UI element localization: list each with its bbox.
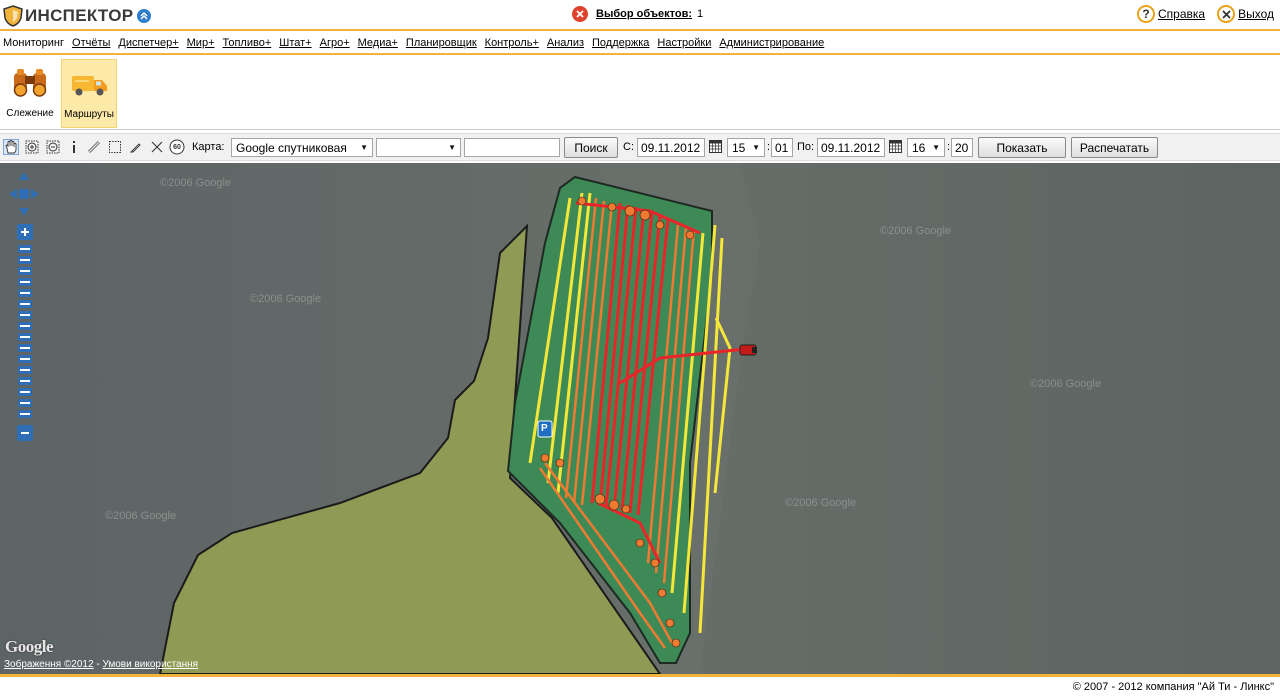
exit-icon[interactable] xyxy=(1217,5,1236,23)
speed-limit-icon[interactable]: 60 xyxy=(169,139,185,155)
menu-item-staff[interactable]: Штат+ xyxy=(279,37,311,49)
map-watermark: ©2006 Google xyxy=(250,293,322,305)
logo-text: ИНСПЕКТОР xyxy=(25,6,134,25)
from-hour-value: 15 xyxy=(732,140,746,155)
ribbon: Слежение Маршруты xyxy=(0,57,1280,130)
exit-action[interactable]: Выход xyxy=(1217,5,1274,23)
menu-item-media[interactable]: Медиа+ xyxy=(358,37,398,49)
routes-button[interactable]: Маршруты xyxy=(61,59,117,128)
binoculars-icon xyxy=(13,69,47,97)
header-actions: ? Справка Выход xyxy=(1125,5,1274,23)
map-type-select[interactable]: Google спутниковая ▼ xyxy=(231,138,373,157)
vehicle-marker[interactable] xyxy=(739,344,757,356)
date-to-label: По: xyxy=(797,141,815,153)
menu-item-dispatcher[interactable]: Диспетчер+ xyxy=(118,37,178,49)
menu-item-analysis[interactable]: Анализ xyxy=(547,37,584,49)
routes-label: Маршруты xyxy=(64,109,114,120)
time-separator: : xyxy=(947,141,951,153)
map-watermark: ©2006 Google xyxy=(785,497,857,509)
pan-left-icon xyxy=(9,189,17,199)
pencil-icon[interactable] xyxy=(128,139,144,155)
ruler-icon[interactable] xyxy=(86,139,102,155)
tracking-label: Слежение xyxy=(6,108,54,119)
menu-item-control[interactable]: Контроль+ xyxy=(485,37,539,49)
parking-marker-label: P xyxy=(541,423,548,434)
date-from-label: С: xyxy=(623,141,634,153)
zoom-in-icon[interactable] xyxy=(24,139,40,155)
main-menu: Мониторинг Отчёты Диспетчер+ Мир+ Топлив… xyxy=(0,33,1280,55)
clear-icon[interactable] xyxy=(149,139,165,155)
info-icon[interactable] xyxy=(66,139,82,155)
map-attribution: Зображення ©2012 - Умови використання xyxy=(4,659,198,670)
map-type-label: Карта: xyxy=(192,141,225,153)
dropdown-arrow-icon: ▼ xyxy=(752,143,760,152)
satellite-map[interactable] xyxy=(0,163,1280,674)
zoom-slider[interactable] xyxy=(16,223,34,445)
pan-up-icon xyxy=(19,172,29,180)
calendar-icon[interactable] xyxy=(709,140,722,153)
app-header: ИНСПЕКТОР Выбор объектов: 1 ? Справка Вы… xyxy=(0,0,1280,31)
menu-item-settings[interactable]: Настройки xyxy=(657,37,711,49)
copyright-text: © 2007 - 2012 компания "Ай Ти - Линкс" xyxy=(1072,681,1274,693)
help-action[interactable]: ? Справка xyxy=(1137,5,1205,23)
imagery-link[interactable]: Зображення ©2012 xyxy=(4,659,94,670)
speed-limit-text: 60 xyxy=(173,143,181,151)
map-watermark: ©2006 Google xyxy=(880,225,952,237)
object-selection-link[interactable]: Выбор объектов: xyxy=(596,8,692,20)
to-hour-select[interactable]: 16 ▼ xyxy=(907,138,945,157)
to-minute-input[interactable]: 20 xyxy=(951,138,973,157)
from-hour-select[interactable]: 15 ▼ xyxy=(727,138,765,157)
pan-right-icon xyxy=(31,189,39,199)
menu-item-monitoring[interactable]: Мониторинг xyxy=(3,37,64,49)
date-from-input[interactable]: 09.11.2012 xyxy=(637,138,705,157)
menu-item-administration[interactable]: Администрирование xyxy=(719,37,824,49)
terms-link[interactable]: Умови використання xyxy=(102,659,198,670)
google-logo: Google xyxy=(5,637,54,656)
pan-down-icon xyxy=(19,208,29,216)
object-selection: Выбор объектов: 1 xyxy=(572,6,703,22)
dropdown-arrow-icon: ▼ xyxy=(448,143,456,152)
menu-item-world[interactable]: Мир+ xyxy=(187,37,215,49)
collapse-icon[interactable] xyxy=(137,9,152,23)
search-input[interactable] xyxy=(464,138,560,157)
map-watermark: ©2006 Google xyxy=(160,177,232,189)
to-hour-value: 16 xyxy=(912,140,926,155)
time-separator: : xyxy=(767,141,771,153)
truck-icon xyxy=(72,76,107,96)
dropdown-arrow-icon: ▼ xyxy=(932,143,940,152)
pan-hand-icon[interactable] xyxy=(3,139,19,155)
app-footer: © 2007 - 2012 компания "Ай Ти - Линкс" xyxy=(0,674,1280,697)
help-icon[interactable]: ? xyxy=(1137,5,1156,23)
pan-control[interactable] xyxy=(8,171,40,217)
clear-selection-icon[interactable] xyxy=(572,6,588,22)
search-button[interactable]: Поиск xyxy=(564,137,618,158)
rectangle-select-icon[interactable] xyxy=(107,139,123,155)
dropdown-arrow-icon: ▼ xyxy=(360,143,368,152)
show-button[interactable]: Показать xyxy=(978,137,1066,158)
tracking-button[interactable]: Слежение xyxy=(2,59,58,128)
menu-item-agro[interactable]: Агро+ xyxy=(320,37,350,49)
from-minute-input[interactable]: 01 xyxy=(771,138,793,157)
zoom-out-icon[interactable] xyxy=(45,139,61,155)
menu-item-fuel[interactable]: Топливо+ xyxy=(223,37,272,49)
print-button[interactable]: Распечатать xyxy=(1071,137,1158,158)
calendar-icon[interactable] xyxy=(889,140,902,153)
menu-item-support[interactable]: Поддержка xyxy=(592,37,649,49)
layer-select[interactable]: ▼ xyxy=(376,138,461,157)
date-to-input[interactable]: 09.11.2012 xyxy=(817,138,885,157)
help-link[interactable]: Справка xyxy=(1158,7,1205,21)
map-watermark: ©2006 Google xyxy=(1030,378,1102,390)
shield-icon xyxy=(3,5,23,27)
menu-item-planner[interactable]: Планировщик xyxy=(406,37,477,49)
menu-item-reports[interactable]: Отчёты xyxy=(72,37,110,49)
app-logo: ИНСПЕКТОР xyxy=(3,4,152,28)
map-watermark: ©2006 Google xyxy=(105,510,177,522)
map-view[interactable]: P ©2006 Google ©2006 Google ©2006 Google… xyxy=(0,163,1280,674)
map-type-value: Google спутниковая xyxy=(236,140,347,155)
exit-link[interactable]: Выход xyxy=(1238,7,1274,21)
object-selection-count: 1 xyxy=(697,8,704,20)
map-toolbar: 60 Карта: Google спутниковая ▼ ▼ Поиск С… xyxy=(0,133,1280,161)
